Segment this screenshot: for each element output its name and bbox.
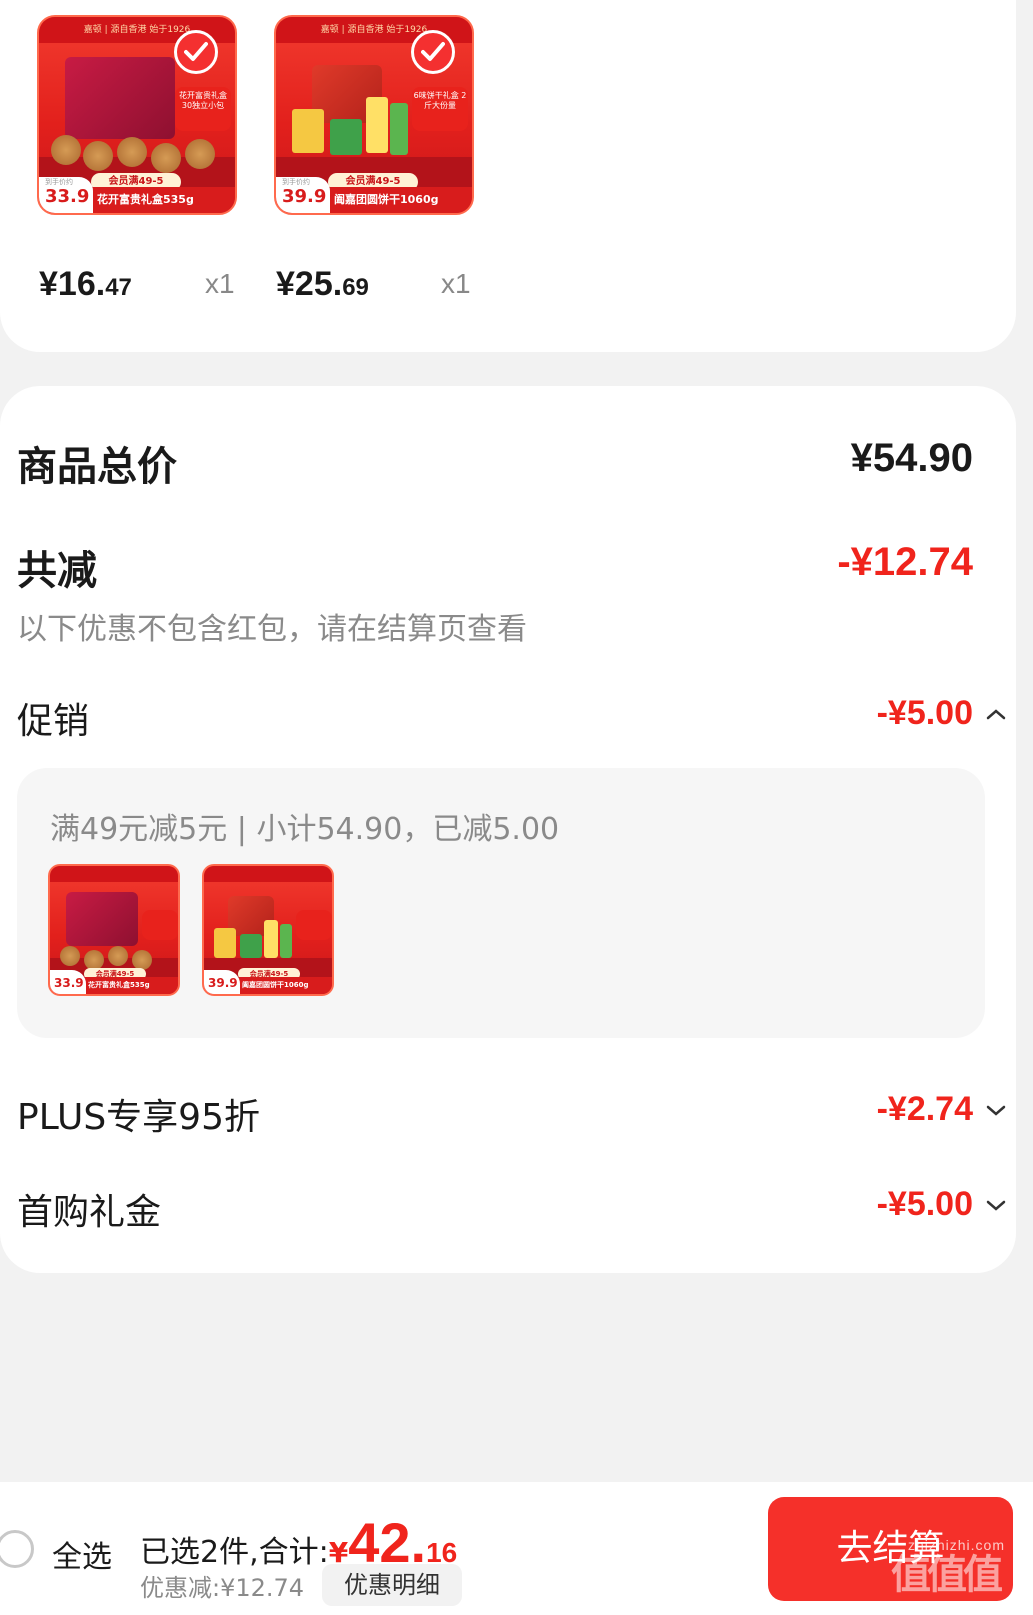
plus-discount-label: PLUS专享95折	[17, 1097, 260, 1138]
cookie-graphic	[151, 143, 181, 173]
promo-product-image-1[interactable]: 会员满49-5 花开富贵礼盒535g 33.9	[48, 864, 180, 996]
badge-price: 39.9	[208, 976, 238, 990]
product-name: 花开富贵礼盒535g	[88, 981, 150, 989]
snack-bag-graphic	[366, 97, 388, 153]
chevron-up-icon[interactable]	[985, 707, 1007, 721]
promo-product-image-2[interactable]: 会员满49-5 阖嘉团圆饼干1060g 39.9	[202, 864, 334, 996]
checkmark-icon	[184, 42, 208, 61]
product-qty-1: x1	[205, 268, 235, 299]
promo-rule-text: 满49元减5元 | 小计54.90，已减5.00	[50, 812, 560, 847]
snack-bag-graphic	[264, 920, 278, 958]
select-all-radio[interactable]	[0, 1530, 34, 1568]
promo-value[interactable]: -¥5.00	[877, 694, 973, 733]
snack-bag-graphic	[214, 928, 236, 958]
checkout-button[interactable]: 去结算 值值值 zhizhizhi.com	[768, 1497, 1013, 1601]
product-name: 花开富贵礼盒535g	[97, 193, 194, 206]
total-price-label: 商品总价	[17, 444, 177, 490]
snack-bag-graphic	[390, 103, 408, 155]
first-purchase-label: 首购礼金	[17, 1192, 162, 1233]
checkmark-icon	[421, 42, 445, 61]
chevron-down-icon[interactable]	[985, 1198, 1007, 1212]
cookie-graphic	[132, 950, 152, 970]
promo-detail-panel: 满49元减5元 | 小计54.90，已减5.00 会员满49-5 花开富贵礼盒5…	[17, 768, 985, 1038]
cookie-graphic	[60, 946, 80, 966]
select-all-label[interactable]: 全选	[52, 1532, 112, 1576]
total-price-value: ¥54.90	[850, 436, 973, 480]
hand-price-badge: 到手价约 39.9	[276, 177, 330, 213]
first-purchase-value[interactable]: -¥5.00	[877, 1185, 973, 1224]
chevron-down-icon[interactable]	[985, 1103, 1007, 1117]
badge-price: 33.9	[54, 976, 84, 990]
hand-price-badge: 33.9	[50, 970, 86, 994]
gift-box-graphic	[65, 57, 175, 139]
product-side-note: 花开富贵礼盒 30独立小包	[175, 87, 231, 131]
snack-bag-graphic	[330, 119, 362, 155]
cookie-graphic	[185, 139, 215, 169]
product-side-note: 6味饼干礼盒 2斤大份量	[412, 87, 468, 131]
badge-price: 39.9	[282, 186, 327, 207]
product-name: 阖嘉团圆饼干1060g	[242, 981, 309, 989]
reduce-note: 以下优惠不包含红包，请在结算页查看	[17, 612, 527, 647]
product-side-note	[296, 910, 332, 940]
watermark-text: zhizhizhi.com	[907, 1537, 1005, 1553]
badge-price: 33.9	[45, 186, 90, 207]
cookie-graphic	[117, 137, 147, 167]
product-name: 阖嘉团圆饼干1060g	[334, 193, 439, 206]
cookie-graphic	[51, 135, 81, 165]
snack-bag-graphic	[280, 924, 292, 958]
checked-icon-2[interactable]	[411, 30, 455, 74]
plus-discount-value[interactable]: -¥2.74	[877, 1090, 973, 1129]
product-price-1: ¥16.47	[39, 265, 132, 304]
checked-icon-1[interactable]	[174, 30, 218, 74]
discount-summary: 优惠减:¥12.74	[140, 1574, 305, 1602]
hand-price-badge: 39.9	[204, 970, 240, 994]
gift-box-graphic	[66, 892, 138, 946]
brand-bar	[50, 866, 178, 882]
price-decimal: 69	[342, 274, 369, 301]
checkout-bar: 全选 已选2件,合计:¥42.16 优惠减:¥12.74 优惠明细 去结算 值值…	[0, 1482, 1033, 1615]
promo-label: 促销	[17, 701, 90, 742]
discount-detail-button[interactable]: 优惠明细	[322, 1564, 462, 1606]
product-price-2: ¥25.69	[276, 265, 369, 304]
brand-bar	[204, 866, 332, 882]
selected-text: 已选2件,合计:	[140, 1535, 329, 1570]
price-decimal: 47	[105, 274, 132, 301]
cookie-graphic	[108, 946, 128, 966]
product-qty-2: x1	[441, 268, 471, 299]
hand-price-badge: 到手价约 33.9	[39, 177, 93, 213]
price-integer: ¥25.	[276, 265, 343, 303]
snack-bag-graphic	[292, 109, 324, 153]
snack-bag-graphic	[240, 934, 262, 958]
total-reduce-label: 共减	[17, 548, 97, 594]
product-side-note	[142, 910, 178, 940]
price-integer: ¥16.	[39, 265, 106, 303]
cookie-graphic	[84, 950, 104, 970]
total-reduce-value: -¥12.74	[837, 540, 973, 584]
cookie-graphic	[83, 141, 113, 171]
